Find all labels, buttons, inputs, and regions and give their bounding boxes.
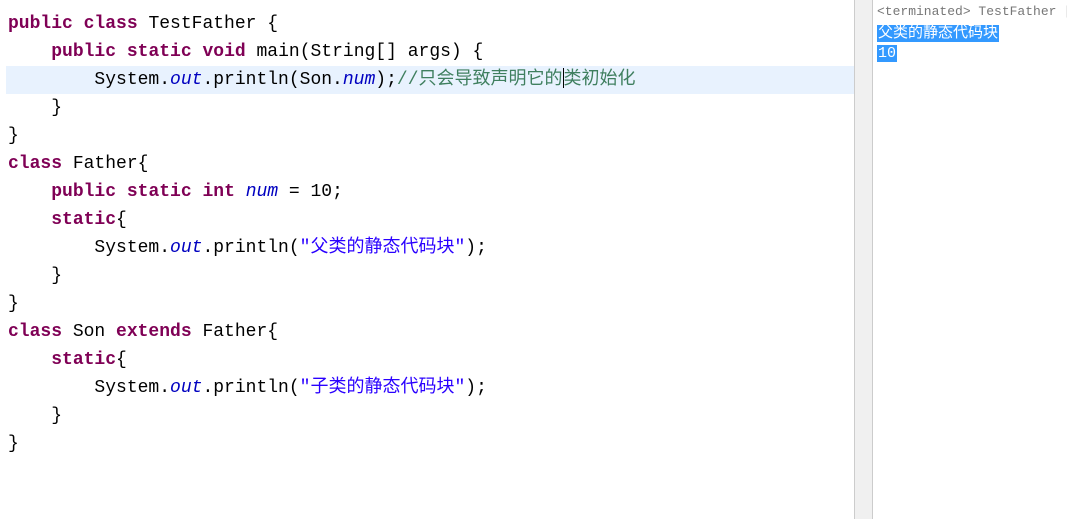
code-line: class Son extends Father{: [6, 318, 854, 346]
keyword-class: class: [8, 154, 62, 174]
comment: //: [397, 70, 419, 90]
code-line: }: [6, 402, 854, 430]
code-line: static{: [6, 346, 854, 374]
string-literal: "子类的静态代码块": [300, 378, 466, 398]
class-name: Father{: [62, 154, 148, 174]
code-line: static{: [6, 206, 854, 234]
console-line-selected: 10: [877, 45, 897, 62]
code-line: }: [6, 94, 854, 122]
method-sig: main(String[] args) {: [246, 42, 484, 62]
code-line: public static void main(String[] args) {: [6, 38, 854, 66]
code-line: System.out.println("子类的静态代码块");: [6, 374, 854, 402]
keyword-static: static: [127, 42, 192, 62]
code-line: public class TestFather {: [6, 10, 854, 38]
code-line: System.out.println("父类的静态代码块");: [6, 234, 854, 262]
keyword-public: public: [8, 14, 73, 34]
code-line: }: [6, 430, 854, 458]
keyword-int: int: [202, 182, 234, 202]
code-line: public static int num = 10;: [6, 178, 854, 206]
console-line-selected: 父类的静态代码块: [877, 25, 999, 42]
code-line: }: [6, 122, 854, 150]
text-cursor: [563, 68, 564, 88]
keyword-extends: extends: [116, 322, 192, 342]
pane-divider[interactable]: [855, 0, 873, 519]
code-line: }: [6, 290, 854, 318]
code-line-current: System.out.println(Son.num);//只会导致声明它的类初…: [6, 66, 854, 94]
keyword-class: class: [84, 14, 138, 34]
keyword-public: public: [51, 42, 116, 62]
string-literal: "父类的静态代码块": [300, 238, 466, 258]
console-view[interactable]: <terminated> TestFather [. 父类的静态代码块 10: [873, 0, 1067, 519]
code-line: }: [6, 262, 854, 290]
code-editor[interactable]: public class TestFather { public static …: [0, 0, 855, 519]
keyword-void: void: [202, 42, 245, 62]
keyword-static: static: [51, 210, 116, 230]
field-num: num: [343, 70, 375, 90]
keyword-static: static: [51, 350, 116, 370]
keyword-static: static: [127, 182, 192, 202]
keyword-public: public: [51, 182, 116, 202]
console-output: 父类的静态代码块 10: [873, 24, 1067, 64]
console-header: <terminated> TestFather [.: [873, 0, 1067, 24]
field-num: num: [246, 182, 278, 202]
code-line: class Father{: [6, 150, 854, 178]
field-out: out: [170, 378, 202, 398]
field-out: out: [170, 238, 202, 258]
class-name: Son: [62, 322, 116, 342]
class-name: TestFather {: [138, 14, 278, 34]
field-out: out: [170, 70, 202, 90]
keyword-class: class: [8, 322, 62, 342]
